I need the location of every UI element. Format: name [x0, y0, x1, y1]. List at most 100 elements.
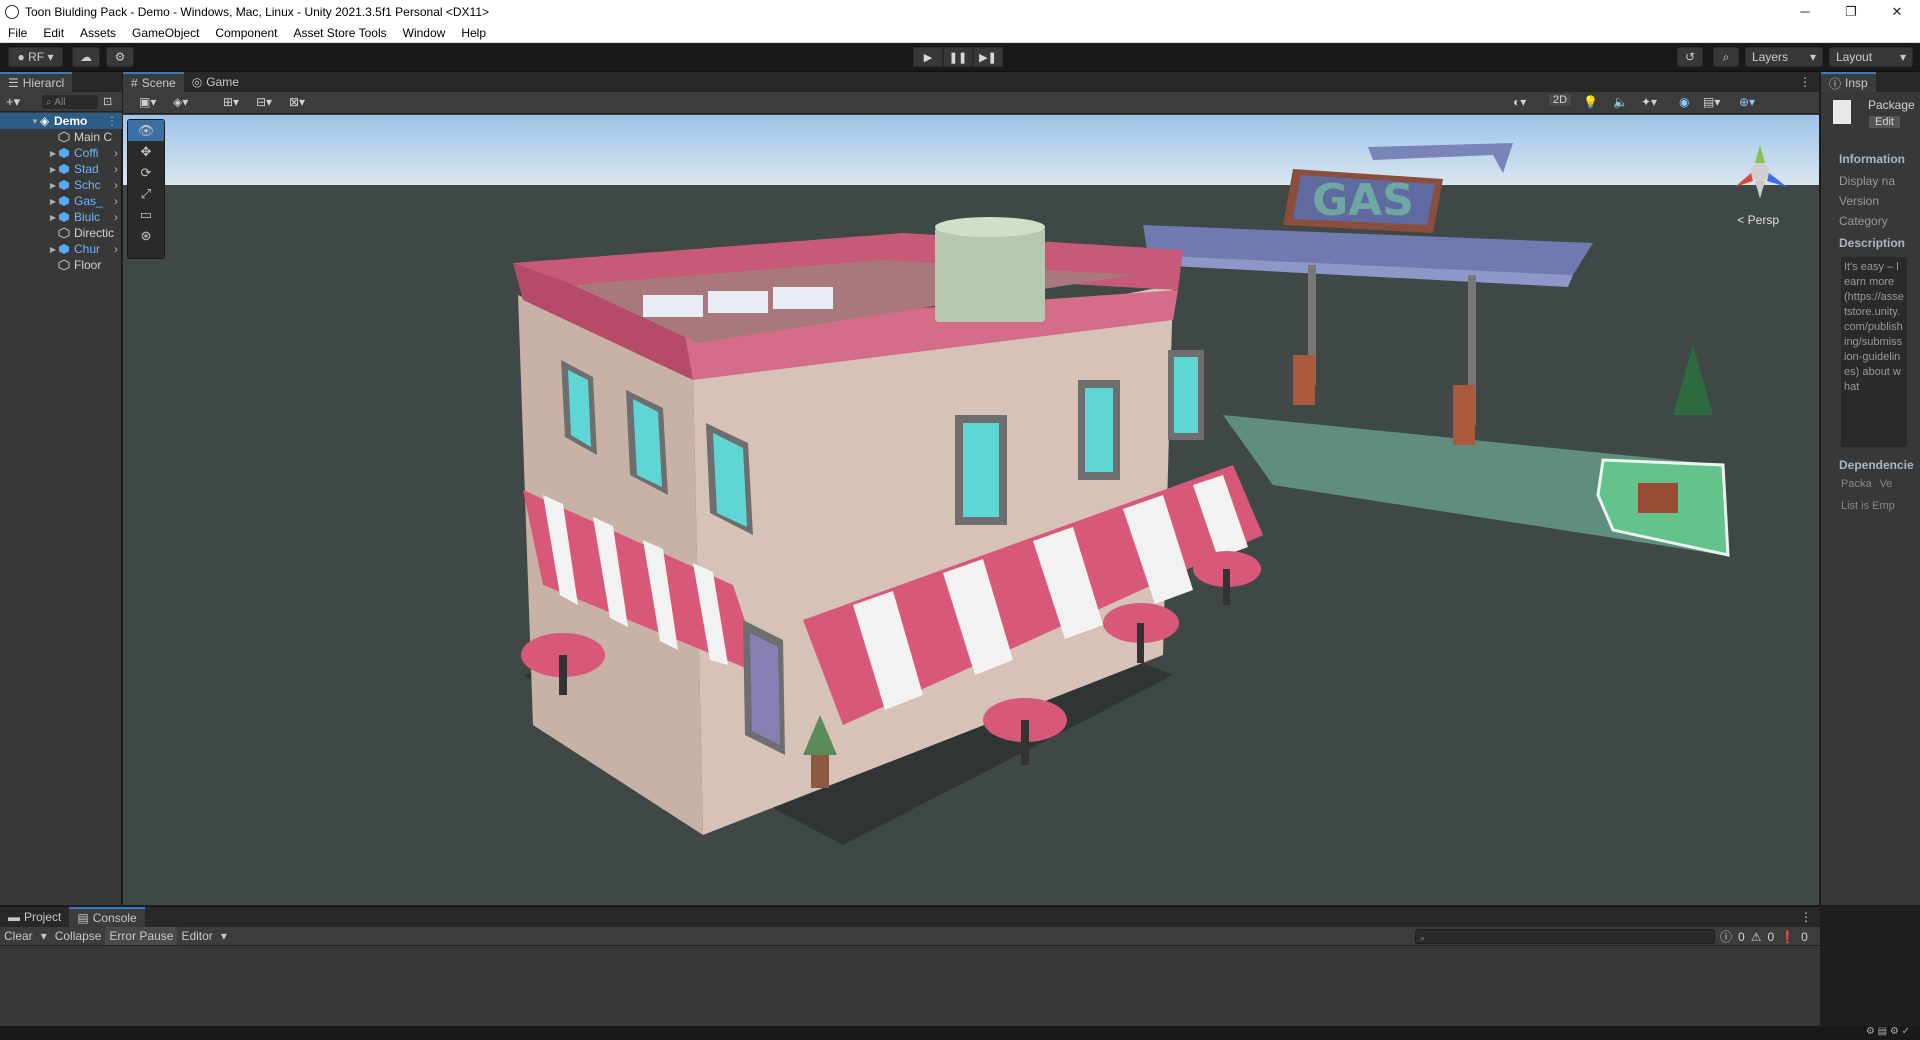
close-button[interactable]: ✕ — [1874, 0, 1920, 23]
step-button[interactable]: ▶❚ — [973, 47, 1003, 67]
hierarchy-item[interactable]: Directic — [0, 225, 122, 241]
editor-dropdown[interactable]: Editor — [177, 927, 216, 945]
grid-icon: # — [131, 76, 138, 90]
hierarchy-search-input[interactable]: ⌕ All — [42, 95, 98, 109]
maximize-button[interactable]: ❐ — [1828, 0, 1874, 23]
menu-component[interactable]: Component — [207, 26, 285, 40]
hierarchy-item[interactable]: ▶ Stad › — [0, 161, 122, 177]
expand-arrow-icon[interactable]: ▶ — [48, 181, 58, 190]
chevron-right-icon[interactable]: › — [114, 146, 118, 160]
chevron-right-icon[interactable]: › — [114, 210, 118, 224]
play-button[interactable]: ▶ — [913, 47, 943, 67]
rotate-tool-icon[interactable]: ⟳ — [128, 162, 164, 183]
rect-tool-icon[interactable]: ▭ — [128, 204, 164, 225]
cloud-button[interactable]: ☁ — [72, 47, 100, 67]
menu-assets[interactable]: Assets — [72, 26, 124, 40]
perspective-label[interactable]: < Persp — [1737, 213, 1779, 227]
hierarchy-item[interactable]: Floor — [0, 257, 122, 273]
increment-snap-dropdown[interactable]: ⊠▾ — [289, 95, 305, 109]
minimize-button[interactable]: ─ — [1782, 0, 1828, 23]
console-search-input[interactable]: ⌕ — [1415, 929, 1715, 944]
pause-button[interactable]: ❚❚ — [943, 47, 973, 67]
search-button[interactable]: ⌕ — [1713, 47, 1739, 67]
chevron-down-icon[interactable]: ▾ — [217, 927, 231, 945]
camera-settings-dropdown[interactable]: ▤▾ — [1703, 95, 1720, 109]
expand-arrow-icon[interactable]: ▶ — [48, 149, 58, 158]
edit-button[interactable]: Edit — [1869, 116, 1900, 128]
history-icon: ↺ — [1684, 50, 1696, 64]
hierarchy-item[interactable]: Main C — [0, 129, 122, 145]
warning-count-icon[interactable]: ⚠ — [1751, 930, 1762, 944]
audio-toggle-icon[interactable]: 🔈 — [1613, 95, 1628, 109]
lighting-toggle-icon[interactable]: 💡 — [1583, 95, 1598, 109]
chevron-right-icon[interactable]: › — [114, 178, 118, 192]
info-count-icon[interactable]: ⓘ — [1720, 928, 1732, 945]
expand-arrow-icon[interactable]: ▶ — [48, 197, 58, 206]
hierarchy-item[interactable]: ▶ Biulc › — [0, 209, 122, 225]
render-mode-dropdown[interactable]: ◈▾ — [173, 95, 188, 109]
hierarchy-item[interactable]: ▶ Chur › — [0, 241, 122, 257]
chevron-right-icon[interactable]: › — [114, 194, 118, 208]
draw-mode-dropdown[interactable]: ▣▾ — [139, 95, 156, 109]
scene-root-demo[interactable]: ▼ ◈ Demo ⋮ — [0, 113, 122, 129]
menu-edit[interactable]: Edit — [35, 26, 72, 40]
menu-asset-store-tools[interactable]: Asset Store Tools — [285, 26, 394, 40]
chevron-right-icon[interactable]: › — [114, 242, 118, 256]
collapse-button[interactable]: Collapse — [51, 927, 106, 945]
chevron-down-icon[interactable]: ▾ — [37, 927, 51, 945]
shading-dropdown[interactable]: ◐▾ — [1513, 95, 1526, 109]
more-icon[interactable]: ⋮ — [106, 114, 118, 128]
hierarchy-item[interactable]: ▶ Gas_ › — [0, 193, 122, 209]
scale-tool-icon[interactable]: ⤢ — [128, 183, 164, 204]
move-tool-icon[interactable]: ✥ — [128, 141, 164, 162]
expand-arrow-icon[interactable]: ▶ — [48, 165, 58, 174]
expand-arrow-icon[interactable]: ▼ — [30, 117, 40, 126]
tab-hierarchy[interactable]: ☰ Hierarcl — [0, 72, 73, 92]
cloud-icon: ☁ — [80, 50, 92, 64]
add-object-button[interactable]: +▾ — [6, 94, 20, 110]
field-label: Display na — [1839, 174, 1896, 188]
toggle-2d-button[interactable]: 2D — [1549, 94, 1572, 106]
collab-button[interactable]: ⚙ — [106, 47, 134, 67]
hidden-objects-icon[interactable]: ◉ — [1679, 95, 1689, 109]
window-title: Toon Biulding Pack - Demo - Windows, Mac… — [25, 4, 490, 19]
tab-inspector[interactable]: ⓘ Insp — [1821, 72, 1876, 92]
scene-viewport[interactable]: GAS 👁 ✥ ⟳ ⤢ ▭ ⊛ < Persp — [123, 115, 1819, 905]
tab-game[interactable]: ◎ Game — [184, 72, 247, 92]
description-text[interactable]: It's easy – learn more (https://assetsto… — [1841, 257, 1907, 447]
transform-tool-icon[interactable]: ⊛ — [128, 225, 164, 246]
effects-dropdown[interactable]: ✦▾ — [1641, 95, 1657, 109]
search-icon: ⌕ — [46, 96, 55, 108]
gas-sign-text: GAS — [1312, 175, 1414, 226]
tab-scene[interactable]: # Scene — [123, 72, 184, 92]
history-button[interactable]: ↺ — [1677, 47, 1703, 67]
hierarchy-item[interactable]: ▶ Schc › — [0, 177, 122, 193]
more-icon[interactable]: ⋮ — [1799, 75, 1811, 89]
chevron-right-icon[interactable]: › — [114, 162, 118, 176]
hierarchy-item[interactable]: ▶ Coffi › — [0, 145, 122, 161]
menu-file[interactable]: File — [0, 26, 35, 40]
tab-project[interactable]: ▬ Project — [0, 907, 69, 927]
error-count: 0 — [1801, 929, 1808, 944]
menu-bar: File Edit Assets GameObject Component As… — [0, 23, 1920, 43]
gizmos-dropdown[interactable]: ⊕▾ — [1739, 95, 1755, 109]
error-pause-button[interactable]: Error Pause — [105, 927, 178, 945]
grid-visibility-dropdown[interactable]: ⊟▾ — [256, 95, 272, 109]
layers-dropdown[interactable]: Layers ▾ — [1745, 47, 1823, 67]
menu-window[interactable]: Window — [395, 26, 454, 40]
account-dropdown[interactable]: ● RF ▾ — [8, 47, 63, 67]
layout-dropdown[interactable]: Layout ▾ — [1829, 47, 1913, 67]
view-tool-icon[interactable]: 👁 — [128, 120, 164, 141]
clear-button[interactable]: Clear — [0, 927, 37, 945]
expand-arrow-icon[interactable]: ▶ — [48, 245, 58, 254]
more-icon[interactable]: ⋮ — [1800, 910, 1812, 924]
expand-arrow-icon[interactable]: ▶ — [48, 213, 58, 222]
error-count-icon[interactable]: ❗ — [1780, 930, 1795, 944]
menu-help[interactable]: Help — [453, 26, 494, 40]
menu-gameobject[interactable]: GameObject — [124, 26, 207, 40]
status-icons[interactable]: ⚙ ▤ ⚙ ✓ — [1866, 1026, 1910, 1037]
hierarchy-item-label: Schc — [74, 178, 101, 192]
grid-snap-dropdown[interactable]: ⊞▾ — [223, 95, 239, 109]
tab-console[interactable]: ▤ Console — [69, 907, 145, 927]
scene-visibility-icon[interactable]: ⊡ — [103, 95, 112, 108]
